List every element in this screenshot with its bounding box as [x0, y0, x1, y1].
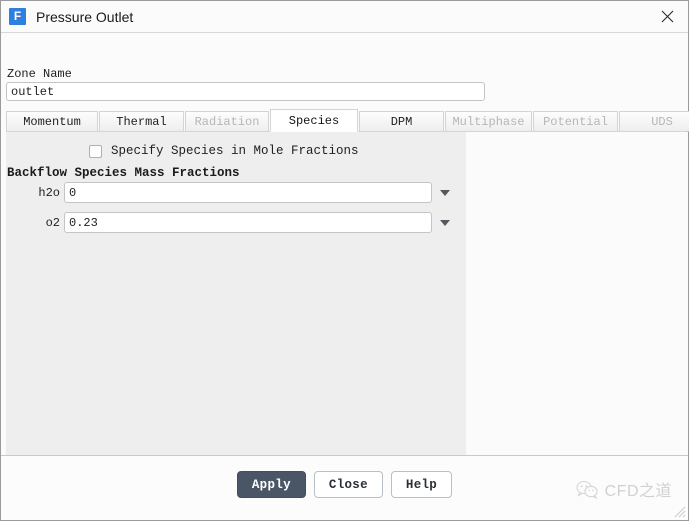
species-row: o2	[7, 212, 458, 233]
watermark-text: CFD之道	[605, 477, 672, 501]
wechat-icon	[576, 480, 598, 499]
mole-fractions-checkbox[interactable]	[89, 145, 102, 158]
help-button[interactable]: Help	[391, 471, 452, 498]
fluent-f-icon: F	[9, 8, 26, 25]
window-title: Pressure Outlet	[36, 9, 133, 25]
tab-thermal[interactable]: Thermal	[99, 111, 184, 132]
chevron-down-icon-h2o[interactable]	[432, 182, 458, 203]
chevron-down-icon-o2[interactable]	[432, 212, 458, 233]
species-value-input-h2o[interactable]	[64, 182, 432, 203]
species-value-input-o2[interactable]	[64, 212, 432, 233]
tab-potential[interactable]: Potential	[533, 111, 618, 132]
mole-fractions-label: Specify Species in Mole Fractions	[111, 144, 359, 158]
pressure-outlet-dialog: F Pressure Outlet Zone Name Momentum The…	[0, 0, 689, 521]
species-label-o2: o2	[7, 216, 64, 230]
dialog-body: Zone Name Momentum Thermal Radiation Spe…	[1, 33, 688, 455]
apply-button[interactable]: Apply	[237, 471, 306, 498]
resize-grip-icon[interactable]	[672, 504, 686, 518]
dialog-footer: Apply Close Help CFD之道	[1, 455, 688, 520]
mole-fractions-checkbox-row[interactable]: Specify Species in Mole Fractions	[89, 144, 359, 158]
species-row: h2o	[7, 182, 458, 203]
tab-uds[interactable]: UDS	[619, 111, 689, 132]
tab-species[interactable]: Species	[270, 109, 358, 132]
titlebar: F Pressure Outlet	[1, 1, 688, 33]
close-button[interactable]: Close	[314, 471, 383, 498]
zone-name-input[interactable]	[6, 82, 485, 101]
close-icon[interactable]	[646, 1, 688, 31]
tab-dpm[interactable]: DPM	[359, 111, 444, 132]
watermark: CFD之道	[576, 477, 672, 501]
tab-radiation[interactable]: Radiation	[185, 111, 269, 132]
tab-multiphase[interactable]: Multiphase	[445, 111, 532, 132]
tab-momentum[interactable]: Momentum	[6, 111, 98, 132]
tab-strip: Momentum Thermal Radiation Species DPM M…	[6, 110, 685, 132]
backflow-species-group-label: Backflow Species Mass Fractions	[7, 166, 240, 180]
zone-name-label: Zone Name	[7, 67, 72, 81]
species-label-h2o: h2o	[7, 186, 64, 200]
